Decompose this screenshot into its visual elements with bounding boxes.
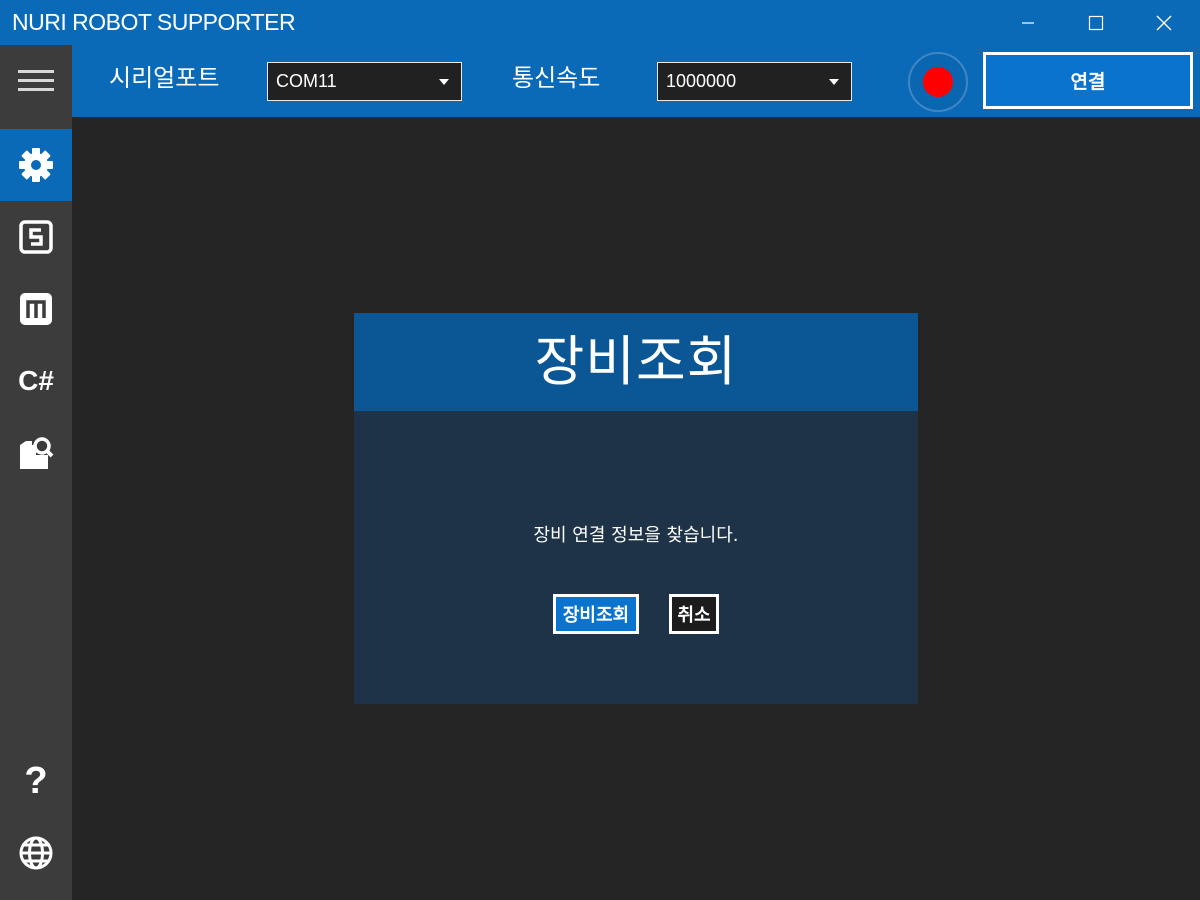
help-icon: ? (24, 759, 48, 802)
gear-icon (19, 148, 53, 182)
sidebar-item-settings[interactable] (0, 129, 72, 201)
sidebar-item-folder-search[interactable] (0, 417, 72, 489)
s-box-icon (19, 220, 53, 254)
dialog-message: 장비 연결 정보을 찾습니다. (533, 525, 739, 546)
status-dot-icon (923, 67, 953, 97)
chevron-down-icon (829, 79, 839, 85)
sidebar: C# ? (0, 45, 72, 900)
folder-search-icon (20, 437, 54, 469)
sidebar-item-s[interactable] (0, 201, 72, 273)
m-box-icon (20, 293, 52, 325)
baud-rate-value: 1000000 (666, 71, 737, 91)
globe-icon (19, 836, 53, 870)
maximize-icon (1088, 15, 1104, 30)
chevron-down-icon (439, 79, 449, 85)
menu-icon (18, 70, 54, 91)
sidebar-item-m[interactable] (0, 273, 72, 345)
device-search-dialog: 장비조회 장비 연결 정보을 찾습니다. 장비조회 취소 (354, 313, 918, 704)
serial-port-select[interactable]: COM11 (267, 62, 462, 101)
dialog-title: 장비조회 (534, 330, 738, 393)
close-button[interactable] (1130, 0, 1198, 45)
dialog-header: 장비조회 (354, 313, 918, 411)
csharp-icon: C# (18, 365, 54, 396)
title-bar: NURI ROBOT SUPPORTER (0, 0, 1200, 45)
connect-button[interactable]: 연결 (983, 52, 1193, 109)
baud-rate-label: 통신속도 (512, 64, 601, 92)
maximize-button[interactable] (1062, 0, 1130, 45)
minimize-icon (1022, 21, 1034, 24)
connection-status-indicator (908, 52, 968, 112)
sidebar-item-csharp[interactable]: C# (0, 345, 72, 417)
close-icon (1156, 15, 1172, 30)
cancel-button[interactable]: 취소 (669, 594, 719, 634)
connection-toolbar: 시리얼포트 COM11 통신속도 1000000 연결 (72, 45, 1200, 117)
baud-rate-select[interactable]: 1000000 (657, 62, 852, 101)
sidebar-menu-button[interactable] (0, 45, 72, 117)
serial-port-label: 시리얼포트 (109, 64, 220, 92)
sidebar-item-help[interactable]: ? (0, 745, 72, 817)
device-search-button[interactable]: 장비조회 (553, 594, 639, 634)
app-title: NURI ROBOT SUPPORTER (12, 9, 296, 35)
sidebar-item-language[interactable] (0, 817, 72, 889)
minimize-button[interactable] (994, 0, 1062, 45)
serial-port-value: COM11 (276, 71, 337, 91)
